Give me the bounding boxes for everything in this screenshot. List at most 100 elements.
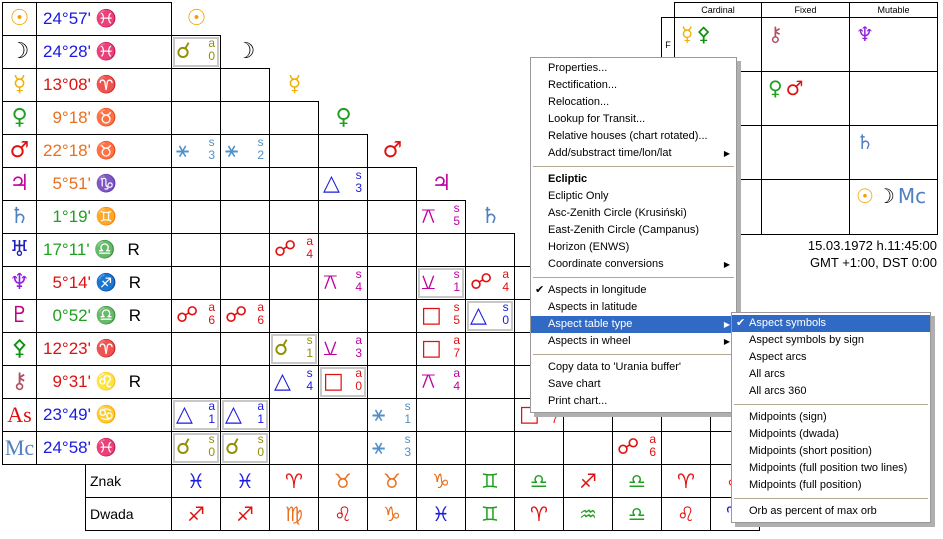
aspect-cell[interactable] (367, 299, 417, 333)
aspect-cell[interactable] (220, 233, 270, 267)
aspect-□[interactable]: □ s 5 (417, 300, 465, 332)
aspect-cell[interactable] (269, 200, 319, 234)
menu-item-orb-as-percent-of-max-orb[interactable]: Orb as percent of max orb (732, 503, 930, 520)
aspect-cell[interactable] (269, 431, 319, 465)
aspect-cell[interactable] (269, 398, 319, 432)
aspect-cell[interactable] (318, 398, 368, 432)
aspect-cell[interactable] (465, 398, 515, 432)
menu-item-all-arcs[interactable]: All arcs (732, 366, 930, 383)
menu-item-aspect-table-type[interactable]: Aspect table type ▶ (531, 316, 736, 333)
aspect-☌[interactable]: ☌ s 1 (270, 333, 318, 365)
menu-item-add-substract-time-lon-lat[interactable]: Add/substract time/lon/lat ▶ (531, 145, 736, 162)
aspect-cell[interactable] (269, 101, 319, 135)
aspect-☍[interactable]: ☍ a 4 (270, 234, 318, 266)
aspect-cell[interactable] (661, 431, 711, 465)
menu-item-asc-zenith-circle-krusi-ski[interactable]: Asc-Zenith Circle (Krusiński) (531, 205, 736, 222)
aspect-⚻[interactable]: ⚻ s 5 (417, 201, 465, 233)
menu-item-midpoints-full-position[interactable]: Midpoints (full position) (732, 477, 930, 494)
aspect-cell[interactable] (171, 101, 221, 135)
aspect-⚹[interactable]: ⚹ s 1 (368, 399, 416, 431)
menu-item-aspects-in-wheel[interactable]: Aspects in wheel ▶ (531, 333, 736, 350)
aspect-cell[interactable] (563, 431, 613, 465)
aspect-cell[interactable] (416, 431, 466, 465)
aspect-cell[interactable] (171, 266, 221, 300)
aspect-cell[interactable] (269, 299, 319, 333)
aspect-△[interactable]: △ s 3 (319, 168, 367, 200)
aspect-⚹[interactable]: ⚹ s 3 (172, 135, 220, 167)
menu-item-all-arcs-360[interactable]: All arcs 360 (732, 383, 930, 400)
aspect-⚹[interactable]: ⚹ s 3 (368, 432, 416, 464)
aspect-cell[interactable] (220, 332, 270, 366)
menu-item-copy-data-to-urania-buffer[interactable]: Copy data to 'Urania buffer' (531, 359, 736, 376)
menu-item-midpoints-sign[interactable]: Midpoints (sign) (732, 409, 930, 426)
aspect-cell[interactable] (318, 299, 368, 333)
aspect-cell[interactable] (269, 134, 319, 168)
aspect-☍[interactable]: ☍ a 6 (172, 300, 220, 332)
aspect-cell[interactable] (220, 266, 270, 300)
aspect-cell[interactable] (220, 365, 270, 399)
aspect-⚹[interactable]: ⚹ s 2 (221, 135, 269, 167)
aspect-cell[interactable] (465, 431, 515, 465)
menu-item-relative-houses-chart-rotated[interactable]: Relative houses (chart rotated)... (531, 128, 736, 145)
aspect-cell[interactable] (171, 233, 221, 267)
aspect-cell[interactable] (416, 233, 466, 267)
aspect-cell[interactable] (220, 68, 270, 102)
aspect-□[interactable]: □ a 0 (319, 366, 367, 398)
aspect-cell[interactable] (171, 167, 221, 201)
aspect-☍[interactable]: ☍ a 6 (613, 432, 661, 464)
aspect-cell[interactable] (171, 332, 221, 366)
aspect-cell[interactable] (465, 332, 515, 366)
aspect-cell[interactable] (220, 200, 270, 234)
aspect-cell[interactable] (269, 167, 319, 201)
aspect-cell[interactable] (318, 431, 368, 465)
menu-item-aspect-symbols-by-sign[interactable]: Aspect symbols by sign (732, 332, 930, 349)
aspect-cell[interactable] (269, 266, 319, 300)
aspect-△[interactable]: △ s 4 (270, 366, 318, 398)
aspect-cell[interactable] (465, 233, 515, 267)
aspect-△[interactable]: △ s 0 (466, 300, 514, 332)
menu-item-ecliptic-only[interactable]: Ecliptic Only (531, 188, 736, 205)
menu-item-aspects-in-latitude[interactable]: Aspects in latitude (531, 299, 736, 316)
aspect-⚻[interactable]: ⚻ a 4 (417, 366, 465, 398)
menu-item-relocation[interactable]: Relocation... (531, 94, 736, 111)
aspect-cell[interactable] (318, 200, 368, 234)
menu-item-midpoints-full-position-two-lines[interactable]: Midpoints (full position two lines) (732, 460, 930, 477)
aspect-☍[interactable]: ☍ a 6 (221, 300, 269, 332)
menu-item-aspect-arcs[interactable]: Aspect arcs (732, 349, 930, 366)
menu-item-rectification[interactable]: Rectification... (531, 77, 736, 94)
menu-item-coordinate-conversions[interactable]: Coordinate conversions ▶ (531, 256, 736, 273)
aspect-cell[interactable] (367, 167, 417, 201)
aspect-cell[interactable] (367, 266, 417, 300)
aspect-cell[interactable] (367, 332, 417, 366)
aspect-cell[interactable] (171, 365, 221, 399)
aspect-cell[interactable] (367, 365, 417, 399)
aspect-☍[interactable]: ☍ a 4 (466, 267, 514, 299)
aspect-☌[interactable]: ☌ s 0 (172, 432, 220, 464)
aspect-⚺[interactable]: ⚺ a 3 (319, 333, 367, 365)
menu-item-print-chart[interactable]: Print chart... (531, 393, 736, 410)
aspect-△[interactable]: △ a 1 (221, 399, 269, 431)
aspect-⚻[interactable]: ⚻ s 4 (319, 267, 367, 299)
menu-item-properties[interactable]: Properties... (531, 60, 736, 77)
menu-item-ecliptic[interactable]: Ecliptic (531, 171, 736, 188)
menu-item-horizon-enws[interactable]: Horizon (ENWS) (531, 239, 736, 256)
menu-item-save-chart[interactable]: Save chart (531, 376, 736, 393)
aspect-cell[interactable] (367, 200, 417, 234)
menu-item-aspect-symbols[interactable]: ✔ Aspect symbols (732, 315, 930, 332)
menu-item-east-zenith-circle-campanus[interactable]: East-Zenith Circle (Campanus) (531, 222, 736, 239)
aspect-cell[interactable] (318, 134, 368, 168)
aspect-cell[interactable] (171, 68, 221, 102)
aspect-□[interactable]: □ a 7 (417, 333, 465, 365)
aspect-△[interactable]: △ a 1 (172, 399, 220, 431)
menu-item-midpoints-short-position[interactable]: Midpoints (short position) (732, 443, 930, 460)
menu-item-lookup-for-transit[interactable]: Lookup for Transit... (531, 111, 736, 128)
aspect-cell[interactable] (367, 233, 417, 267)
aspect-⚺[interactable]: ⚺ s 1 (417, 267, 465, 299)
aspect-☌[interactable]: ☌ a 0 (172, 36, 220, 68)
aspect-cell[interactable] (318, 233, 368, 267)
aspect-cell[interactable] (465, 365, 515, 399)
aspect-cell[interactable] (220, 167, 270, 201)
aspect-cell[interactable] (220, 101, 270, 135)
menu-item-midpoints-dwada[interactable]: Midpoints (dwada) (732, 426, 930, 443)
aspect-cell[interactable] (416, 398, 466, 432)
